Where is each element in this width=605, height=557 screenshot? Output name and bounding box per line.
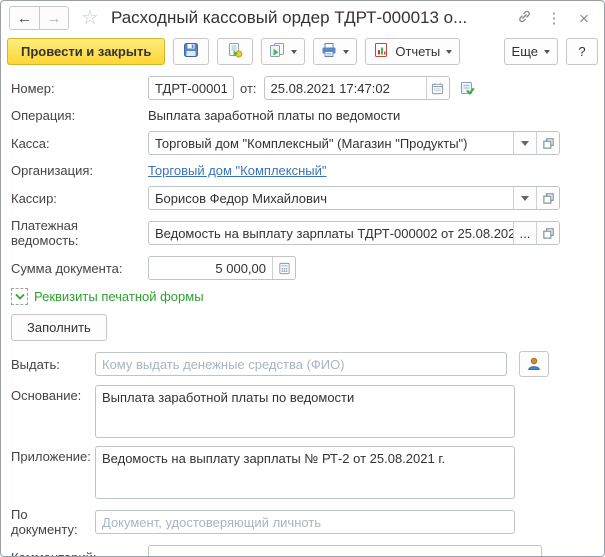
organization-link[interactable]: Торговый дом "Комплексный"	[148, 163, 327, 178]
organization-label: Организация:	[11, 163, 94, 178]
cashbox-row: Касса: Торговый дом "Комплексный" (Магаз…	[11, 131, 594, 155]
nav-buttons: ← →	[9, 6, 69, 30]
number-label: Номер:	[11, 80, 55, 96]
by-document-field	[95, 510, 515, 534]
reports-label: Отчеты	[395, 44, 441, 59]
help-button[interactable]: ?	[566, 38, 598, 65]
cashier-label: Кассир:	[11, 190, 57, 206]
print-form-group-toggle[interactable]: Реквизиты печатной формы	[11, 288, 594, 305]
comment-label: Комментарий:	[11, 549, 97, 557]
calendar-icon[interactable]	[425, 77, 449, 99]
document-form: Номер: от:	[1, 71, 604, 557]
statement-value[interactable]: Ведомость на выплату зарплаты ТДРТ-00000…	[149, 226, 513, 241]
close-icon[interactable]: ×	[572, 10, 596, 27]
create-based-on-icon	[269, 42, 285, 61]
print-form-group-label: Реквизиты печатной формы	[34, 289, 204, 304]
number-input[interactable]	[149, 77, 233, 99]
favorite-star-icon[interactable]: ☆	[81, 8, 99, 28]
reports-icon	[373, 42, 389, 61]
dropdown-caret-icon	[291, 49, 298, 54]
get-link-icon[interactable]	[512, 9, 536, 27]
cashbox-label: Касса:	[11, 135, 50, 151]
back-icon[interactable]: ←	[10, 7, 39, 29]
amount-row: Сумма документа: 5 000,00	[11, 256, 594, 280]
fill-button[interactable]: Заполнить	[11, 314, 107, 341]
dropdown-caret-icon	[544, 49, 550, 54]
window-title: Расходный кассовый ордер ТДРТ-000013 о..…	[110, 8, 468, 27]
appendix-row: Приложение: Ведомость на выплату зарплат…	[11, 446, 594, 499]
by-document-input[interactable]	[96, 511, 514, 533]
by-document-row: По документу:	[11, 507, 594, 537]
date-input[interactable]	[264, 77, 426, 99]
comment-row: Комментарий:	[11, 545, 594, 557]
dropdown-caret-icon	[343, 49, 350, 54]
statement-open-icon[interactable]	[536, 222, 559, 244]
more-button[interactable]: Еще	[503, 38, 558, 65]
issue-field	[95, 352, 507, 376]
statement-label: Платежная ведомость:	[11, 218, 79, 248]
appendix-textarea[interactable]: Ведомость на выплату зарплаты № РТ-2 от …	[95, 446, 515, 499]
basis-row: Основание: Выплата заработной платы по в…	[11, 385, 594, 438]
appendix-label: Приложение:	[11, 449, 91, 464]
select-person-button[interactable]	[519, 351, 549, 377]
print-icon	[321, 42, 337, 61]
issue-input[interactable]	[96, 353, 506, 375]
cashier-open-icon[interactable]	[536, 187, 559, 209]
date-prefix-label: от:	[240, 80, 257, 96]
cashbox-value[interactable]: Торговый дом "Комплексный" (Магазин "Про…	[149, 136, 513, 151]
toolbar-right: Еще ?	[503, 38, 598, 65]
cashier-field: Борисов Федор Михайлович	[148, 186, 560, 210]
by-document-label: По документу:	[11, 507, 78, 537]
cashier-dropdown-icon[interactable]	[513, 187, 536, 209]
cashier-value[interactable]: Борисов Федор Михайлович	[149, 191, 513, 206]
reports-button[interactable]: Отчеты	[365, 38, 461, 65]
post-document-icon	[227, 42, 243, 61]
person-icon	[528, 357, 540, 370]
forward-icon[interactable]: →	[39, 7, 68, 29]
more-dots-icon[interactable]: ⋮	[542, 11, 566, 26]
amount-field: 5 000,00	[148, 256, 296, 280]
save-button[interactable]	[173, 38, 210, 65]
basis-textarea[interactable]: Выплата заработной платы по ведомости	[95, 385, 515, 438]
date-field	[263, 76, 450, 100]
document-window: ← → ☆ Расходный кассовый ордер ТДРТ-0000…	[0, 0, 605, 557]
create-based-on-button[interactable]	[261, 38, 306, 65]
toolbar: Провести и закрыть Отчеты Еще ?	[1, 35, 604, 71]
number-row: Номер: от:	[11, 76, 594, 100]
chevron-down-icon	[11, 288, 28, 305]
statement-choose-button[interactable]: ...	[513, 222, 536, 244]
operation-value: Выплата заработной платы по ведомости	[148, 108, 401, 123]
issue-label: Выдать:	[11, 356, 60, 372]
dropdown-caret-icon	[446, 49, 453, 54]
number-field	[148, 76, 234, 100]
document-check-icon[interactable]	[459, 80, 476, 97]
print-button[interactable]	[313, 38, 358, 65]
comment-input[interactable]	[149, 546, 541, 556]
issue-row: Выдать:	[11, 351, 594, 377]
basis-label: Основание:	[11, 388, 82, 403]
save-icon	[183, 42, 199, 61]
cashbox-field: Торговый дом "Комплексный" (Магазин "Про…	[148, 131, 560, 155]
post-and-close-button[interactable]: Провести и закрыть	[7, 38, 166, 65]
amount-value[interactable]: 5 000,00	[149, 261, 272, 276]
cashbox-open-icon[interactable]	[536, 132, 559, 154]
comment-field	[148, 545, 542, 556]
statement-row: Платежная ведомость: Ведомость на выплат…	[11, 218, 594, 248]
cashbox-dropdown-icon[interactable]	[513, 132, 536, 154]
post-document-button[interactable]	[217, 38, 254, 65]
operation-label: Операция:	[11, 108, 76, 123]
operation-row: Операция: Выплата заработной платы по ве…	[11, 108, 594, 123]
organization-row: Организация: Торговый дом "Комплексный"	[11, 163, 594, 178]
statement-field: Ведомость на выплату зарплаты ТДРТ-00000…	[148, 221, 560, 245]
more-label: Еще	[511, 44, 538, 59]
cashier-row: Кассир: Борисов Федор Михайлович	[11, 186, 594, 210]
titlebar: ← → ☆ Расходный кассовый ордер ТДРТ-0000…	[1, 1, 604, 35]
amount-label: Сумма документа:	[11, 260, 123, 276]
calculator-icon[interactable]	[272, 257, 295, 279]
